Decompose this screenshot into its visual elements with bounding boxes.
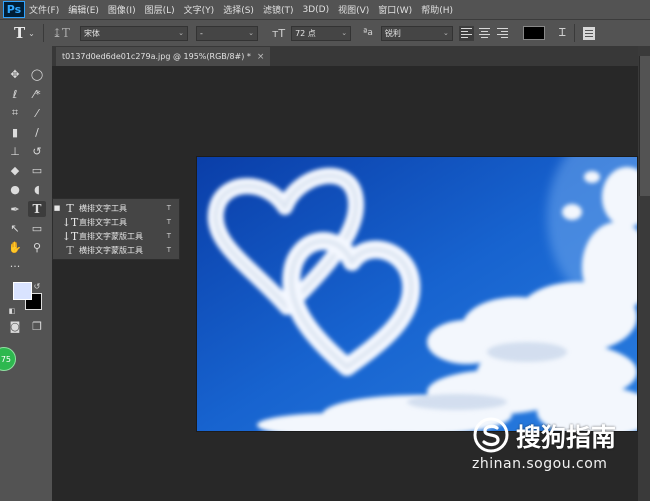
shortcut-label: T [166,204,171,212]
menu-file[interactable]: 文件(F) [29,3,59,16]
menu-edit[interactable]: 编辑(E) [68,3,99,16]
history-brush-icon[interactable]: ↺ [28,143,46,159]
warp-text-icon[interactable]: Ꮖ [559,26,566,40]
flyout-item-horizontal-type-mask[interactable]: T 横排文字蒙版工具 T [53,243,179,257]
menu-help[interactable]: 帮助(H) [421,3,453,16]
watermark-title: 搜狗指南 [516,423,617,452]
font-size-icon: ᴛT [271,26,286,40]
divider [574,24,576,42]
font-size-select[interactable]: 72 点 ⌄ [291,25,352,41]
lasso-icon[interactable]: ℓ [6,86,24,102]
sogou-logo-icon [473,417,509,453]
rectangle-icon[interactable]: ▭ [28,220,46,236]
options-bar: T ⌄ ↨T 宋体 ⌄ - ⌄ ᴛT 72 点 ⌄ ªa 锐利 ⌄ Ꮖ [0,19,650,46]
document-tab[interactable]: t0137d0ed6de01c279a.jpg @ 195%(RGB/8#) *… [56,47,271,66]
magic-wand-icon[interactable]: ⁄* [28,86,46,102]
align-left-icon[interactable] [458,25,474,41]
flyout-item-label: 直排文字工具 [79,217,127,227]
menu-layer[interactable]: 图层(L) [145,3,175,16]
horizontal-type-icon: T [66,201,74,215]
type-tool-flyout: ■ T 横排文字工具 T ↓T 直排文字工具 T ↓T 直排文字蒙版工具 T T… [52,198,180,260]
font-style-value: - [199,28,203,38]
menu-image[interactable]: 图像(I) [108,3,136,16]
font-family-value: 宋体 [83,28,100,38]
document-tab-bar: t0137d0ed6de01c279a.jpg @ 195%(RGB/8#) *… [52,46,638,66]
vertical-type-icon: ↓T [61,215,79,229]
flyout-item-label: 直排文字蒙版工具 [79,231,143,241]
vertical-type-mask-icon: ↓T [61,229,79,243]
flyout-item-vertical-type-mask[interactable]: ↓T 直排文字蒙版工具 T [53,229,179,243]
horizontal-type-mask-icon: T [66,243,74,257]
type-icon[interactable]: T [28,201,46,217]
sogou-watermark: 搜狗指南 zhinan.sogou.com [470,412,645,482]
menu-3d[interactable]: 3D(D) [302,5,329,15]
font-style-select[interactable]: - ⌄ [195,25,258,41]
text-color-swatch[interactable] [522,26,545,40]
move-icon[interactable]: ✥ [6,66,24,82]
document-tab-title: t0137d0ed6de01c279a.jpg @ 195%(RGB/8#) * [62,52,251,61]
font-family-select[interactable]: 宋体 ⌄ [79,25,188,41]
antialias-select[interactable]: 锐利 ⌄ [380,25,453,41]
gradient-icon[interactable]: ▭ [28,162,46,178]
brush-icon[interactable]: / [28,124,46,140]
chevron-down-icon: ⌄ [178,29,184,37]
selected-bullet-icon: ■ [53,204,61,212]
pen-icon[interactable]: ✒ [6,201,24,217]
flyout-item-vertical-type[interactable]: ↓T 直排文字工具 T [53,215,179,229]
more-tools-icon[interactable]: ··· [6,258,24,274]
menu-filter[interactable]: 滤镜(T) [263,3,294,16]
watermark-url: zhinan.sogou.com [472,456,608,472]
shortcut-label: T [166,218,171,226]
align-right-icon[interactable] [495,26,510,41]
tools-panel: ✥ ◯ ℓ ⁄* ⌗ ⁄ ▮ / ⊥ ↺ ◆ ▭ ● ◖ ✒ T ↖ ▭ ✋ ⚲… [0,46,52,501]
photoshop-logo-icon: Ps [3,1,25,18]
shortcut-label: T [166,232,171,240]
flyout-item-label: 横排文字工具 [79,203,127,213]
chevron-down-icon: ⌄ [341,29,348,37]
default-colors-icon[interactable]: ◧ [3,303,21,319]
quickmask-icon[interactable]: ◙ [6,318,24,334]
eraser-icon[interactable]: ◆ [6,162,24,178]
tool-preset-icon[interactable]: T [14,24,25,42]
text-align-group [458,25,513,41]
crop-icon[interactable]: ⌗ [6,105,24,121]
canvas-image [197,157,637,431]
toggle-orientation-icon[interactable]: ↨T [52,26,70,40]
align-center-icon[interactable] [477,26,492,41]
chevron-down-icon[interactable]: ⌄ [28,29,35,38]
screen-mode-icon[interactable]: ❐ [28,318,46,334]
chevron-down-icon: ⌄ [442,29,449,37]
font-size-value: 72 点 [295,28,316,38]
marquee-icon[interactable]: ◯ [28,66,46,82]
stamp-icon[interactable]: ⊥ [6,143,24,159]
character-panel-icon[interactable] [583,26,596,40]
menu-bar: Ps 文件(F) 编辑(E) 图像(I) 图层(L) 文字(Y) 选择(S) 滤… [0,0,650,19]
eyedropper-icon[interactable]: ⁄ [28,105,46,121]
menu-window[interactable]: 窗口(W) [378,3,412,16]
menu-type[interactable]: 文字(Y) [184,3,215,16]
flyout-item-horizontal-type[interactable]: ■ T 横排文字工具 T [53,201,179,215]
chevron-down-icon: ⌄ [248,29,254,37]
close-icon[interactable]: × [257,52,265,62]
antialias-value: 锐利 [384,28,401,38]
shortcut-label: T [166,246,171,254]
dodge-icon[interactable]: ◖ [28,181,46,197]
divider [42,24,44,42]
antialias-icon: ªa [363,28,373,38]
foreground-color-swatch[interactable] [13,282,32,300]
hand-icon[interactable]: ✋ [6,239,24,255]
flyout-item-label: 横排文字蒙版工具 [79,245,143,255]
blur-icon[interactable]: ● [6,181,24,197]
menu-view[interactable]: 视图(V) [338,3,369,16]
path-select-icon[interactable]: ↖ [6,220,24,236]
zoom-icon[interactable]: ⚲ [28,239,46,255]
menu-select[interactable]: 选择(S) [223,3,254,16]
healing-brush-icon[interactable]: ▮ [6,124,24,140]
sky-hearts-image [197,157,637,431]
collapsed-panel[interactable] [639,56,650,196]
